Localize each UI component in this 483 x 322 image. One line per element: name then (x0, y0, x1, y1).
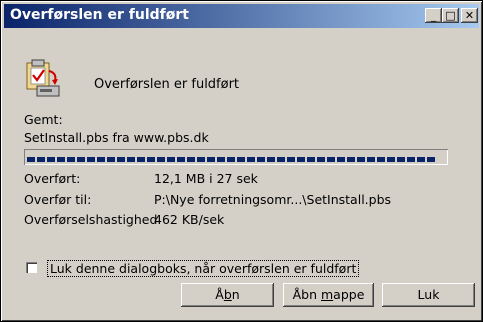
progress-segment (47, 157, 55, 162)
progress-segment (57, 157, 65, 162)
progress-segment (257, 157, 265, 162)
progress-segment (177, 157, 185, 162)
progress-segment (37, 157, 45, 162)
open-folder-accesskey: m (320, 287, 334, 302)
progress-segment (407, 157, 415, 162)
close-button[interactable]: Luk (382, 283, 475, 307)
progress-segment (347, 157, 355, 162)
open-button[interactable]: Åbn (181, 283, 274, 307)
progress-segment (377, 157, 385, 162)
progress-segment (267, 157, 275, 162)
open-button-text-2: n (231, 287, 240, 302)
progress-segment (237, 157, 245, 162)
download-complete-dialog: Overførslen er fuldført _ □ ✕ Overførsle… (0, 0, 483, 322)
progress-segment (417, 157, 425, 162)
progress-segment (77, 157, 85, 162)
close-when-done-checkbox[interactable] (26, 262, 37, 273)
progress-segment (317, 157, 325, 162)
progress-segment (157, 157, 165, 162)
progress-segment (287, 157, 295, 162)
progress-segment (357, 157, 365, 162)
transferred-label: Overført: (24, 171, 81, 186)
download-complete-icon (24, 59, 60, 97)
progress-fill (27, 152, 445, 162)
minimize-button[interactable]: _ (425, 8, 442, 23)
open-button-accesskey: b (223, 287, 232, 302)
transferred-value: 12,1 MB i 27 sek (154, 171, 258, 186)
close-when-done-label[interactable]: Luk denne dialogboks, når overførslen er… (47, 260, 360, 277)
progress-segment (107, 157, 115, 162)
progress-segment (277, 157, 285, 162)
progress-segment (327, 157, 335, 162)
open-folder-button[interactable]: Åbn mappe (283, 283, 374, 307)
progress-segment (167, 157, 175, 162)
dialog-body: Overførslen er fuldført Gemt: SetInstall… (4, 29, 479, 319)
progress-segment (117, 157, 125, 162)
progress-segment (147, 157, 155, 162)
progress-segment (397, 157, 405, 162)
progress-segment (217, 157, 225, 162)
close-window-button[interactable]: ✕ (461, 8, 478, 23)
progress-segment (247, 157, 255, 162)
transfer-rate-label: Overførselshastighed (24, 212, 158, 227)
progress-segment (227, 157, 235, 162)
progress-segment (297, 157, 305, 162)
progress-segment (367, 157, 375, 162)
open-button-text-1: Å (215, 287, 224, 302)
saved-file-text: SetInstall.pbs fra www.pbs.dk (24, 130, 209, 145)
progress-segment (187, 157, 195, 162)
progress-segment (127, 157, 135, 162)
maximize-button[interactable]: □ (442, 8, 459, 23)
progress-segment (207, 157, 215, 162)
open-folder-text-1: Åbn (292, 287, 321, 302)
progress-segment (67, 157, 75, 162)
progress-segment (307, 157, 315, 162)
window-title: Overførslen er fuldført (10, 7, 189, 23)
progress-segment (197, 157, 205, 162)
progress-segment (137, 157, 145, 162)
title-bar[interactable]: Overførslen er fuldført _ □ ✕ (4, 4, 479, 28)
progress-segment (87, 157, 95, 162)
saved-label: Gemt: (24, 112, 63, 127)
progress-segment (27, 157, 35, 162)
destination-label: Overfør til: (24, 192, 92, 207)
progress-bar (24, 149, 448, 165)
transfer-rate-value: 462 KB/sek (154, 212, 225, 227)
open-folder-text-2: appe (333, 287, 365, 302)
destination-value: P:\Nye forretningsomr...\SetInstall.pbs (154, 192, 392, 207)
status-message: Overførslen er fuldført (94, 77, 240, 92)
progress-segment (337, 157, 345, 162)
progress-segment (387, 157, 395, 162)
progress-segment (427, 157, 435, 162)
progress-segment (97, 157, 105, 162)
